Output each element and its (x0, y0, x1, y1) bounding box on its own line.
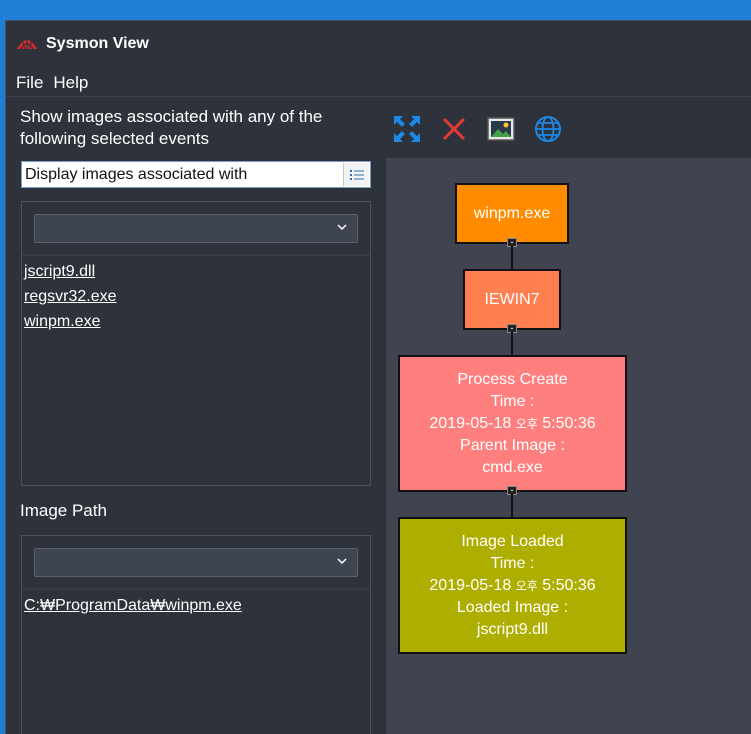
node-text: Process Create (457, 370, 568, 388)
graph-edge (511, 332, 513, 356)
graph-edge (511, 494, 513, 518)
events-combo[interactable] (34, 214, 358, 243)
node-text: Loaded Image : (456, 598, 569, 616)
filter-panel: Show images associated with any of the f… (6, 98, 381, 734)
node-text: Time : (490, 392, 535, 410)
node-text: Parent Image : (460, 436, 565, 454)
graph-canvas[interactable]: winpm.exe - IEWIN7 - Process Create Time… (386, 158, 751, 734)
node-text: cmd.exe (482, 458, 543, 476)
ampm-marker: 오후 (515, 578, 538, 593)
association-mode-value: Display images associated with (25, 165, 248, 183)
window-title: Sysmon View (46, 35, 149, 52)
ampm-marker: 오후 (515, 416, 538, 431)
node-text: Image Loaded (461, 532, 564, 550)
close-icon[interactable] (438, 113, 470, 145)
title-bar: Sysmon View (6, 21, 751, 67)
app-logo-icon (17, 37, 37, 50)
divider (22, 588, 370, 590)
globe-icon[interactable] (532, 113, 564, 145)
graph-node-iewin7[interactable]: IEWIN7 (463, 269, 561, 330)
graph-node-image-loaded[interactable]: Image Loaded Time : 2019-05-18 오후 5:50:3… (398, 517, 627, 654)
chevron-down-icon (337, 224, 347, 231)
app-window: Sysmon View File Help Show images associ… (5, 20, 751, 734)
expand-icon[interactable] (391, 113, 423, 145)
node-text: winpm.exe (473, 204, 551, 222)
image-path-list-box: C:₩ProgramData₩winpm.exe (21, 535, 371, 734)
chevron-down-icon (337, 558, 347, 565)
graph-edge (511, 246, 513, 270)
node-text: IEWIN7 (484, 290, 540, 308)
image-path-links: C:₩ProgramData₩winpm.exe (24, 593, 242, 618)
menu-bar: File Help (6, 69, 751, 97)
image-path-combo[interactable] (34, 548, 358, 577)
menu-file[interactable]: File (16, 73, 43, 93)
association-mode-select[interactable]: Display images associated with (21, 161, 371, 188)
image-icon[interactable] (485, 113, 517, 145)
graph-toolbar (391, 111, 579, 147)
events-links: jscript9.dll regsvr32.exe winpm.exe (24, 259, 117, 334)
divider (22, 254, 370, 256)
image-link[interactable]: jscript9.dll (24, 259, 117, 284)
graph-node-winpm[interactable]: winpm.exe (455, 183, 569, 244)
node-text: 2019-05-18 오후 5:50:36 (429, 576, 596, 594)
image-path-link[interactable]: C:₩ProgramData₩winpm.exe (24, 593, 242, 618)
node-text: 2019-05-18 오후 5:50:36 (429, 414, 596, 432)
image-path-label: Image Path (20, 501, 107, 520)
events-list-box: jscript9.dll regsvr32.exe winpm.exe (21, 201, 371, 486)
menu-help[interactable]: Help (53, 73, 88, 93)
node-text: Time : (490, 554, 535, 572)
list-icon[interactable] (343, 163, 369, 186)
filter-description: Show images associated with any of the f… (20, 107, 323, 148)
image-link[interactable]: winpm.exe (24, 309, 117, 334)
node-text: jscript9.dll (476, 620, 549, 638)
image-link[interactable]: regsvr32.exe (24, 284, 117, 309)
graph-node-process-create[interactable]: Process Create Time : 2019-05-18 오후 5:50… (398, 355, 627, 492)
